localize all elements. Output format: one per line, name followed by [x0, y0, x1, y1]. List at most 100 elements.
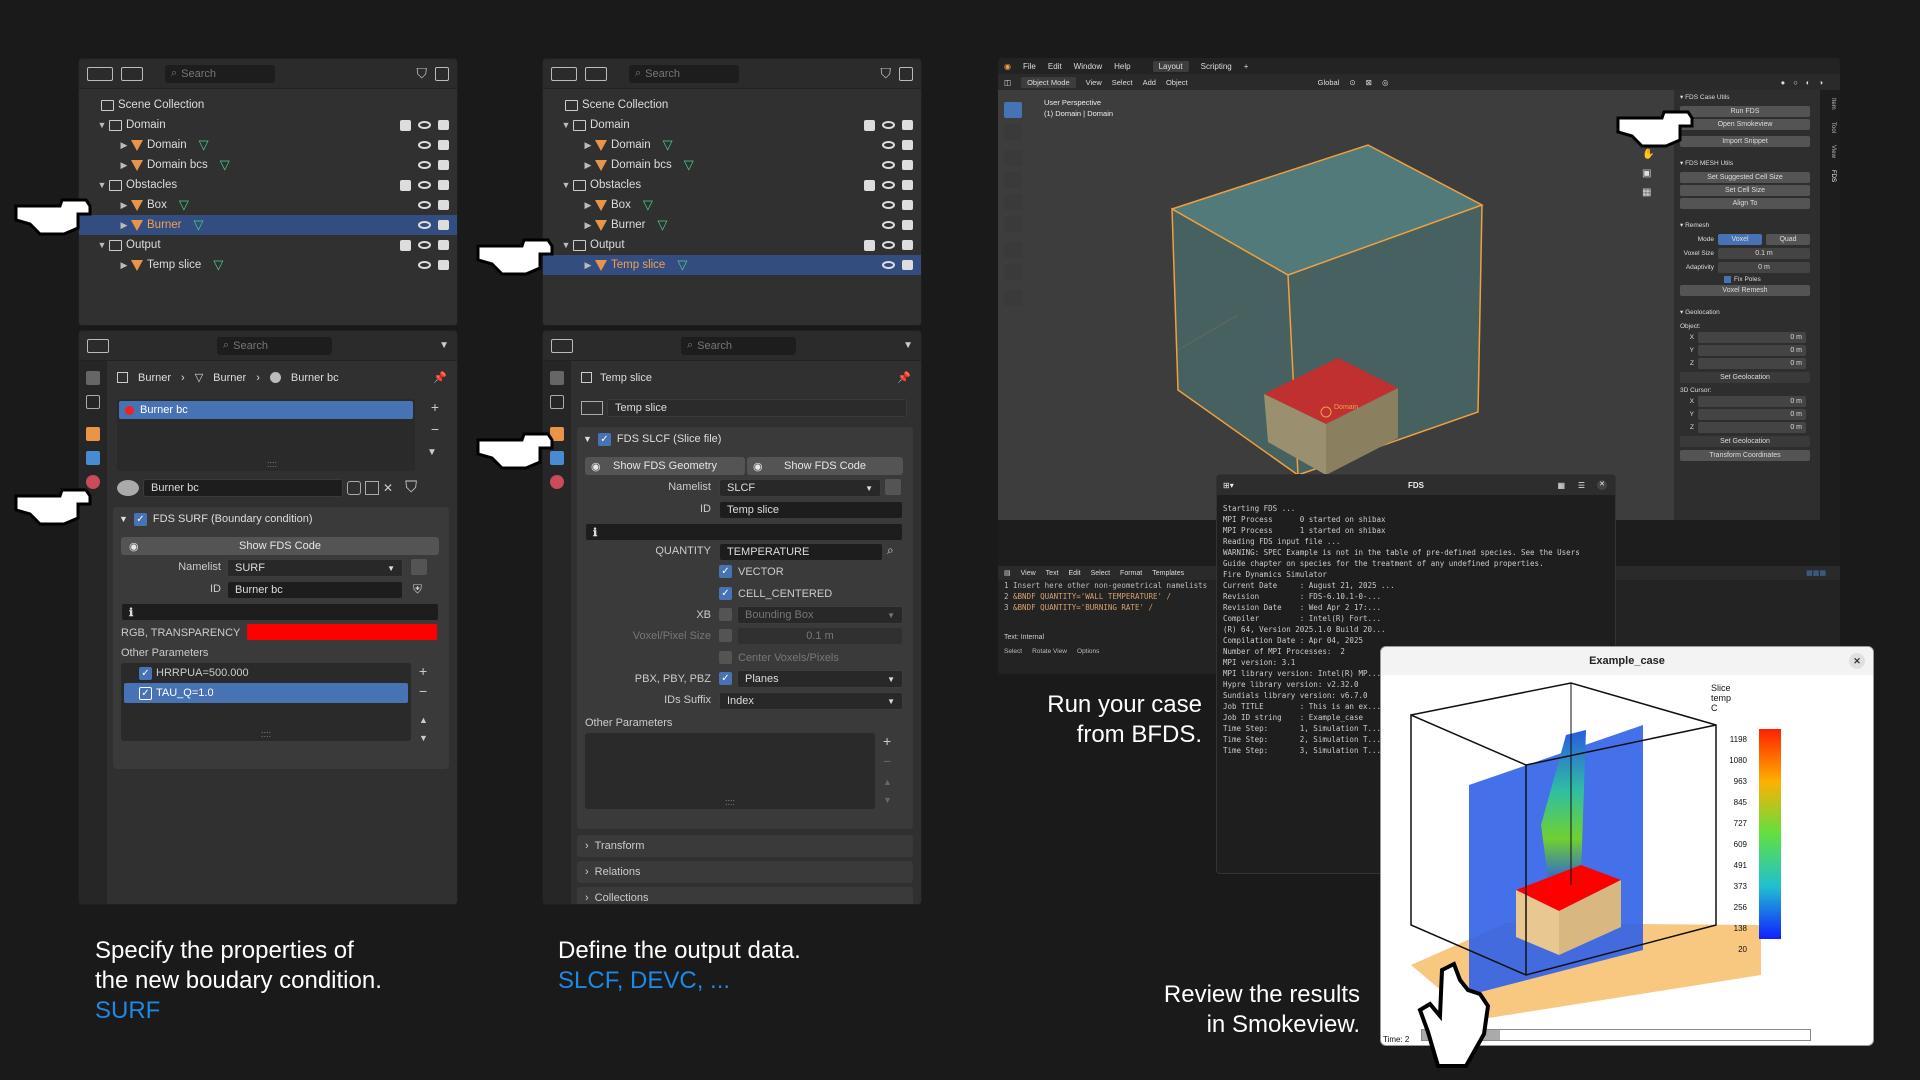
- camera-icon[interactable]: [902, 220, 913, 230]
- filter-icon[interactable]: ⛉: [405, 479, 417, 497]
- param-row[interactable]: ✓ TAU_Q=1.0: [124, 683, 408, 703]
- namelist-dropdown[interactable]: SURF ▼: [227, 559, 403, 577]
- transform-orientation[interactable]: Global: [1318, 78, 1340, 87]
- voxel-mode-button[interactable]: Voxel: [1718, 234, 1762, 245]
- cell-centered-checkbox-row[interactable]: ✓ CELL_CENTERED: [719, 587, 832, 600]
- chevron-down-icon[interactable]: ▼: [559, 180, 573, 190]
- pivot-icon[interactable]: ⊙: [1349, 78, 1355, 87]
- camera-icon[interactable]: [902, 120, 913, 130]
- object-y-field[interactable]: 0 m: [1698, 345, 1806, 356]
- checkbox-icon[interactable]: [864, 239, 875, 251]
- xb-dropdown[interactable]: Bounding Box ▼: [737, 606, 903, 624]
- eye-icon[interactable]: [882, 141, 895, 149]
- material-slot-item[interactable]: Burner bc: [119, 401, 413, 419]
- checkbox-icon[interactable]: [400, 239, 411, 251]
- filter-icon[interactable]: ⛉: [881, 65, 892, 82]
- terminal-menu-icon[interactable]: ⊞▾: [1223, 481, 1234, 490]
- editor-type-icon[interactable]: ◫: [1004, 78, 1011, 87]
- tree-row-temp-slice[interactable]: ▶ Temp slice ▽: [79, 255, 457, 275]
- chevron-right-icon[interactable]: ▶: [581, 260, 595, 271]
- pin-icon[interactable]: 📌: [433, 371, 447, 384]
- eyedropper-icon[interactable]: [885, 479, 901, 495]
- cursor-tool-icon[interactable]: [1004, 124, 1022, 140]
- chevron-right-icon[interactable]: ▶: [117, 140, 131, 151]
- tree-row-output[interactable]: ▼ Output: [543, 235, 921, 255]
- menu-templates[interactable]: Templates: [1152, 570, 1184, 577]
- object-name-field[interactable]: Temp slice: [607, 399, 907, 417]
- search-input[interactable]: ⌕ Search: [217, 336, 332, 355]
- chevron-right-icon[interactable]: ▶: [117, 220, 131, 231]
- eye-icon[interactable]: [418, 201, 431, 209]
- slcf-panel-header[interactable]: ▼ ✓ FDS SLCF (Slice file): [577, 427, 913, 451]
- cursor-y-field[interactable]: 0 m: [1698, 409, 1806, 420]
- remesh-header[interactable]: ▾ Remesh: [1674, 211, 1820, 232]
- editor-type-icon[interactable]: [87, 338, 109, 353]
- eye-icon[interactable]: [418, 121, 431, 129]
- editor-type-icon[interactable]: [551, 66, 577, 81]
- scale-tool-icon[interactable]: [1004, 194, 1022, 210]
- geolocation-header[interactable]: ▾ Geolocation: [1674, 298, 1820, 319]
- editor-type-icon[interactable]: ▤: [1004, 569, 1011, 577]
- import-snippet-button[interactable]: Import Snippet: [1680, 136, 1810, 147]
- tab-layout[interactable]: Layout: [1152, 60, 1189, 72]
- tree-row-box[interactable]: ▶ Box ▽: [543, 195, 921, 215]
- slot-remove-button[interactable]: −: [427, 421, 443, 437]
- chevron-down-icon[interactable]: ▼: [95, 120, 109, 130]
- camera-icon[interactable]: [438, 180, 449, 190]
- chevron-right-icon[interactable]: ▶: [117, 160, 131, 171]
- select-tool-icon[interactable]: [1004, 102, 1022, 118]
- measure-tool-icon[interactable]: [1004, 264, 1022, 280]
- grid-view-icon[interactable]: ▦: [1642, 187, 1654, 198]
- list-grip[interactable]: ::::: [267, 459, 277, 469]
- namelist-dropdown[interactable]: SLCF ▼: [719, 479, 881, 497]
- menu-help[interactable]: Help: [1114, 62, 1130, 71]
- tool-tab-icon[interactable]: [86, 371, 100, 385]
- cursor-z-field[interactable]: 0 m: [1698, 422, 1806, 433]
- editor-type-icon[interactable]: [87, 66, 113, 81]
- eye-icon[interactable]: [418, 221, 431, 229]
- rgb-color-swatch[interactable]: [247, 624, 437, 640]
- checkbox-icon[interactable]: ✓: [719, 565, 732, 578]
- move-tool-icon[interactable]: [1004, 150, 1022, 166]
- param-down-button[interactable]: ▼: [883, 795, 892, 805]
- case-utils-header[interactable]: ▾ FDS Case Utils: [1674, 90, 1820, 104]
- cursor-x-field[interactable]: 0 m: [1698, 396, 1806, 407]
- align-to-button[interactable]: Align To: [1680, 198, 1810, 209]
- relations-panel-header[interactable]: › Relations: [577, 861, 913, 883]
- chevron-right-icon[interactable]: ▶: [581, 220, 595, 231]
- eye-icon[interactable]: [882, 121, 895, 129]
- camera-icon[interactable]: ▣: [1642, 168, 1654, 179]
- tree-row-temp-slice[interactable]: ▶ Temp slice ▽: [543, 255, 921, 275]
- tab-view[interactable]: View: [1822, 145, 1836, 158]
- camera-icon[interactable]: [438, 240, 449, 250]
- add-tab-icon[interactable]: +: [1244, 62, 1249, 71]
- tree-row-box[interactable]: ▶ Box ▽: [79, 195, 457, 215]
- proportional-icon[interactable]: ◎: [1382, 78, 1389, 87]
- chevron-right-icon[interactable]: ▶: [581, 160, 595, 171]
- new-collection-icon[interactable]: [899, 66, 913, 81]
- slot-add-button[interactable]: +: [427, 399, 443, 415]
- search-input[interactable]: ⌕ Search: [165, 64, 275, 83]
- eye-icon[interactable]: [418, 161, 431, 169]
- tab-tool[interactable]: Tool: [1822, 122, 1836, 133]
- list-grip[interactable]: ::::: [725, 797, 735, 807]
- pb-dropdown[interactable]: Planes ▼: [737, 670, 903, 688]
- param-add-button[interactable]: +: [419, 663, 427, 679]
- info-field[interactable]: ℹ: [585, 523, 903, 541]
- eye-icon[interactable]: [882, 201, 895, 209]
- transform-tool-icon[interactable]: [1004, 216, 1022, 232]
- hamburger-icon[interactable]: ☰: [1578, 481, 1585, 490]
- object-z-field[interactable]: 0 m: [1698, 358, 1806, 369]
- close-icon[interactable]: ✕: [1597, 480, 1607, 490]
- run-fds-button[interactable]: Run FDS: [1680, 106, 1810, 117]
- eye-icon[interactable]: [882, 161, 895, 169]
- param-remove-button[interactable]: −: [883, 753, 891, 769]
- camera-icon[interactable]: [438, 220, 449, 230]
- param-down-button[interactable]: ▼: [419, 733, 428, 743]
- eye-icon[interactable]: [882, 221, 895, 229]
- duplicate-icon[interactable]: [365, 481, 379, 495]
- param-up-button[interactable]: ▲: [419, 715, 428, 725]
- tab-fds[interactable]: FDS: [1822, 170, 1836, 182]
- tree-row-scene[interactable]: Scene Collection: [79, 95, 457, 115]
- chevron-down-icon[interactable]: ▼: [559, 120, 573, 130]
